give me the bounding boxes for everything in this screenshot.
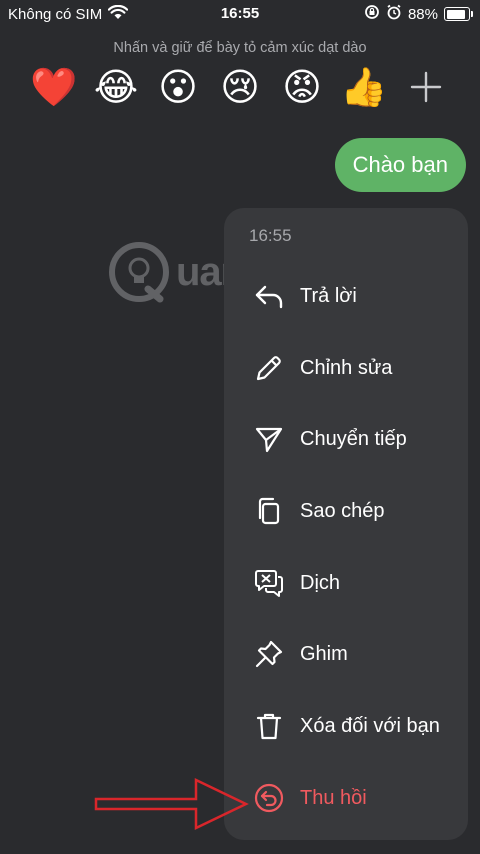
- menu-item-delete-for-me[interactable]: Xóa đối với bạn: [224, 696, 468, 756]
- menu-item-label: Sao chép: [300, 499, 385, 522]
- menu-timestamp: 16:55: [249, 226, 292, 245]
- unsend-icon: [252, 781, 286, 815]
- menu-item-forward[interactable]: Chuyển tiếp: [224, 409, 468, 469]
- menu-item-label: Xóa đối với bạn: [300, 714, 440, 737]
- context-menu: 16:55 Trả lời Chỉnh sửa Chuyển tiếp Sao …: [224, 208, 468, 840]
- reaction-thumbs-up[interactable]: 👍: [340, 63, 388, 111]
- menu-item-edit[interactable]: Chỉnh sửa: [224, 338, 468, 398]
- status-right: 88%: [364, 4, 473, 24]
- reaction-angry[interactable]: 😡: [278, 63, 326, 111]
- status-bar: Không có SIM 16:55 88%: [0, 0, 480, 28]
- translate-icon: [252, 566, 286, 600]
- menu-item-label: Chỉnh sửa: [300, 356, 393, 379]
- reaction-bar: ❤️ 😂 😮 😢 😡 👍: [30, 62, 450, 112]
- menu-item-unsend[interactable]: Thu hồi: [224, 768, 468, 828]
- battery-percent: 88%: [407, 5, 438, 23]
- reaction-wow[interactable]: 😮: [154, 63, 202, 111]
- message-bubble[interactable]: Chào bạn: [334, 138, 466, 192]
- menu-item-label: Dịch: [300, 571, 341, 594]
- pin-icon: [252, 637, 286, 671]
- menu-item-label: Trả lời: [300, 284, 357, 307]
- menu-item-copy[interactable]: Sao chép: [224, 481, 468, 541]
- send-icon: [252, 422, 286, 456]
- pencil-icon: [252, 351, 286, 385]
- message-text: Chào bạn: [352, 152, 448, 177]
- reaction-hint: Nhấn và giữ để bày tỏ cảm xúc dạt dào: [113, 40, 367, 56]
- trash-icon: [252, 709, 286, 743]
- menu-item-pin[interactable]: Ghim: [224, 624, 468, 684]
- reaction-heart[interactable]: ❤️: [30, 63, 78, 111]
- alarm-icon: [386, 4, 402, 24]
- plus-icon: [410, 71, 442, 103]
- menu-item-label: Ghim: [300, 642, 348, 665]
- battery-fill: [446, 9, 465, 19]
- reaction-sad[interactable]: 😢: [216, 63, 264, 111]
- annotation-arrow-icon: [94, 778, 249, 830]
- menu-item-translate[interactable]: Dịch: [224, 553, 468, 613]
- menu-item-reply[interactable]: Trả lời: [224, 266, 468, 326]
- copy-icon: [252, 494, 286, 528]
- menu-item-label: Thu hồi: [300, 786, 367, 809]
- reaction-laugh[interactable]: 😂: [92, 63, 140, 111]
- add-reaction-button[interactable]: [402, 63, 450, 111]
- menu-item-label: Chuyển tiếp: [300, 427, 407, 450]
- lightbulb-logo-icon: [109, 242, 169, 303]
- battery-icon: [444, 7, 473, 21]
- rotation-lock-icon: [364, 4, 380, 24]
- reply-icon: [252, 279, 286, 313]
